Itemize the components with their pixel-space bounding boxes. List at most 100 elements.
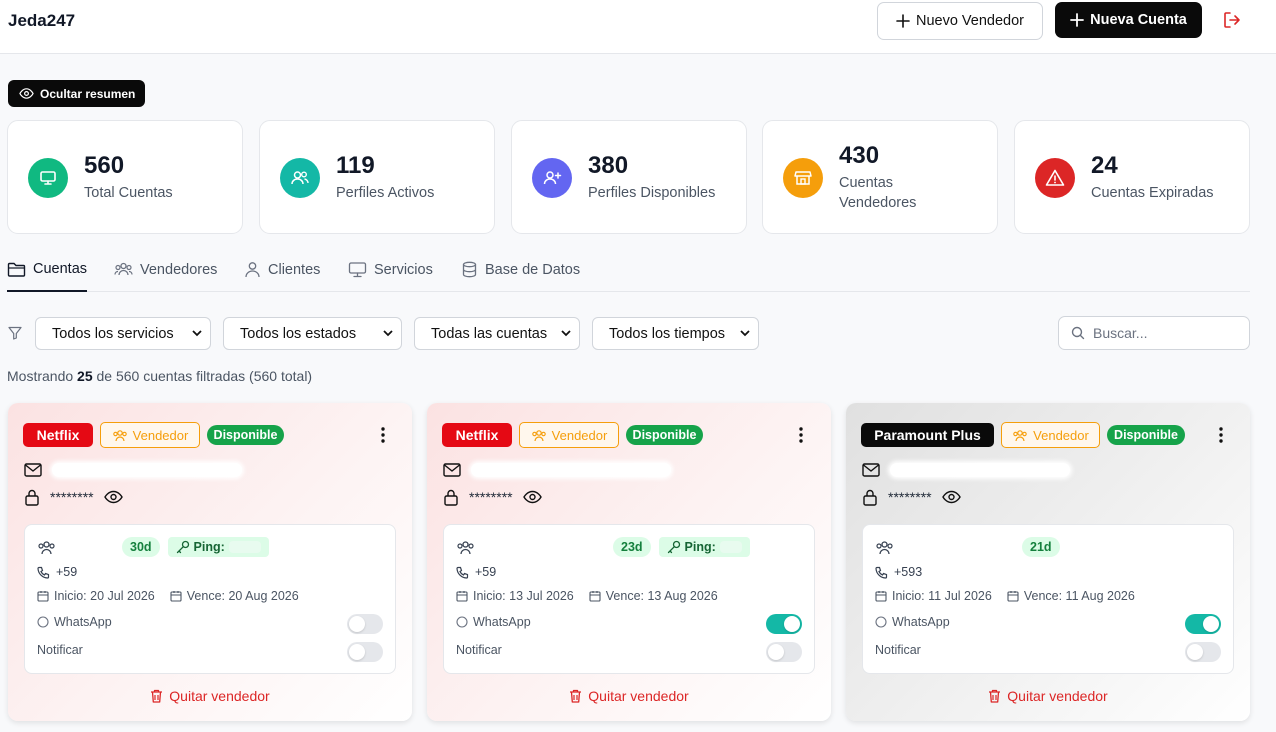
- notify-toggle[interactable]: [766, 642, 802, 662]
- users-icon: [531, 429, 546, 441]
- store-icon: [794, 171, 812, 185]
- calendar-icon: [1007, 591, 1019, 602]
- whatsapp-toggle[interactable]: [766, 614, 802, 634]
- days-remaining-badge: 21d: [1022, 537, 1060, 557]
- tab-vendedores[interactable]: Vendedores: [114, 248, 217, 291]
- notify-toggle[interactable]: [347, 642, 383, 662]
- redacted-email: [52, 463, 242, 477]
- phone-prefix: +593: [894, 565, 923, 579]
- eye-icon[interactable]: [522, 490, 542, 504]
- more-options-icon[interactable]: [791, 423, 811, 447]
- ping-label: Ping:: [684, 540, 716, 554]
- redacted-phone: [83, 565, 164, 579]
- dates-row: Inicio: 20 Jul 2026 Vence: 20 Aug 2026: [37, 589, 299, 603]
- start-date: Inicio: 13 Jul 2026: [473, 589, 574, 603]
- users-icon: [876, 540, 893, 554]
- more-options-icon[interactable]: [1211, 423, 1231, 447]
- password-mask: ********: [888, 489, 932, 505]
- notify-toggle[interactable]: [1185, 642, 1221, 662]
- trash-icon: [989, 689, 1001, 703]
- seller-badge-label: Vendedor: [1033, 427, 1089, 443]
- results-summary: Mostrando 25 de 560 cuentas filtradas (5…: [7, 368, 312, 384]
- hide-summary-label: Ocultar resumen: [40, 86, 136, 101]
- search-box: [1058, 316, 1250, 350]
- select-value: Todos los estados: [240, 325, 357, 342]
- tab-cuentas[interactable]: Cuentas: [7, 248, 88, 292]
- calendar-icon: [875, 591, 887, 602]
- remove-seller-label: Quitar vendedor: [169, 688, 270, 704]
- users-icon: [112, 429, 127, 441]
- dates-row: Inicio: 13 Jul 2026 Vence: 13 Aug 2026: [456, 589, 718, 603]
- mail-icon: [443, 463, 461, 477]
- profile-panel: 21d +593 Inicio: 11 Jul 2026 Vence: 11 A…: [862, 524, 1234, 674]
- stat-card-expired-accounts: 24 Cuentas Expiradas: [1014, 120, 1250, 234]
- remove-seller-button[interactable]: Quitar vendedor: [846, 688, 1250, 704]
- phone-prefix: +59: [475, 565, 497, 579]
- whatsapp-label: WhatsApp: [473, 615, 531, 629]
- phone-row: +59: [37, 565, 164, 579]
- select-value: Todas las cuentas: [431, 325, 548, 342]
- profile-row: 30d Ping:: [37, 537, 269, 557]
- tab-label: Vendedores: [140, 261, 218, 278]
- whatsapp-row: WhatsApp: [875, 615, 950, 629]
- new-seller-button[interactable]: Nuevo Vendedor: [877, 2, 1043, 40]
- user-icon: [245, 262, 260, 278]
- status-badge: Disponible: [1107, 425, 1185, 445]
- time-filter-select[interactable]: Todos los tiempos: [592, 317, 759, 350]
- users-icon: [457, 540, 474, 554]
- end-date: Vence: 20 Aug 2026: [186, 589, 299, 603]
- end-date: Vence: 11 Aug 2026: [1023, 589, 1135, 603]
- hide-summary-button[interactable]: Ocultar resumen: [8, 80, 145, 107]
- service-badge: Netflix: [23, 423, 93, 447]
- ping-badge: Ping:: [658, 537, 750, 557]
- stat-icon-circle: [532, 158, 572, 198]
- results-count: 25: [77, 368, 93, 384]
- plus-icon: [896, 14, 910, 28]
- password-mask: ********: [469, 489, 513, 505]
- key-icon: [667, 540, 680, 554]
- tab-clientes[interactable]: Clientes: [244, 248, 320, 291]
- tab-servicios[interactable]: Servicios: [348, 248, 433, 291]
- alert-triangle-icon: [1045, 169, 1065, 186]
- status-badge: Disponible: [626, 425, 703, 445]
- whatsapp-toggle[interactable]: [1185, 614, 1221, 634]
- new-account-button[interactable]: Nueva Cuenta: [1055, 2, 1202, 38]
- accounts-filter-select[interactable]: Todas las cuentas: [414, 317, 580, 350]
- whatsapp-icon: [37, 616, 49, 628]
- status-filter-select[interactable]: Todos los estados: [223, 317, 402, 350]
- phone-icon: [875, 566, 888, 579]
- seller-badge: Vendedor: [1001, 422, 1100, 448]
- email-row: [443, 463, 671, 477]
- account-card: Netflix Vendedor Disponible ******** 23d…: [427, 403, 831, 721]
- logout-icon[interactable]: [1222, 10, 1242, 30]
- stat-value: 119: [336, 152, 375, 179]
- stat-icon-circle: [280, 158, 320, 198]
- stat-label: Perfiles Disponibles: [588, 185, 716, 201]
- tab-label: Servicios: [374, 261, 433, 278]
- stat-card-active-profiles: 119 Perfiles Activos: [259, 120, 495, 234]
- search-input[interactable]: [1093, 325, 1233, 341]
- phone-row: +593: [875, 565, 999, 579]
- service-filter-select[interactable]: Todos los servicios: [35, 317, 211, 350]
- remove-seller-label: Quitar vendedor: [1007, 688, 1108, 704]
- trash-icon: [570, 689, 582, 703]
- remove-seller-button[interactable]: Quitar vendedor: [427, 688, 831, 704]
- whatsapp-label: WhatsApp: [54, 615, 112, 629]
- redacted-profile-name: [902, 540, 1014, 554]
- eye-icon[interactable]: [941, 490, 961, 504]
- trash-icon: [151, 689, 163, 703]
- more-options-icon[interactable]: [373, 423, 393, 447]
- remove-seller-button[interactable]: Quitar vendedor: [8, 688, 412, 704]
- eye-icon[interactable]: [103, 490, 123, 504]
- chevron-down-icon: [561, 330, 571, 337]
- profile-panel: 30d Ping: +59 Inicio: 20 Jul 2026 Vence:…: [24, 524, 396, 674]
- tab-base-de-datos[interactable]: Base de Datos: [461, 248, 580, 291]
- folder-icon: [7, 262, 26, 277]
- lock-icon: [863, 489, 877, 506]
- service-badge: Paramount Plus: [861, 423, 994, 447]
- chevron-down-icon: [740, 330, 750, 337]
- select-value: Todos los tiempos: [609, 325, 726, 342]
- whatsapp-row: WhatsApp: [37, 615, 112, 629]
- whatsapp-toggle[interactable]: [347, 614, 383, 634]
- mail-icon: [862, 463, 880, 477]
